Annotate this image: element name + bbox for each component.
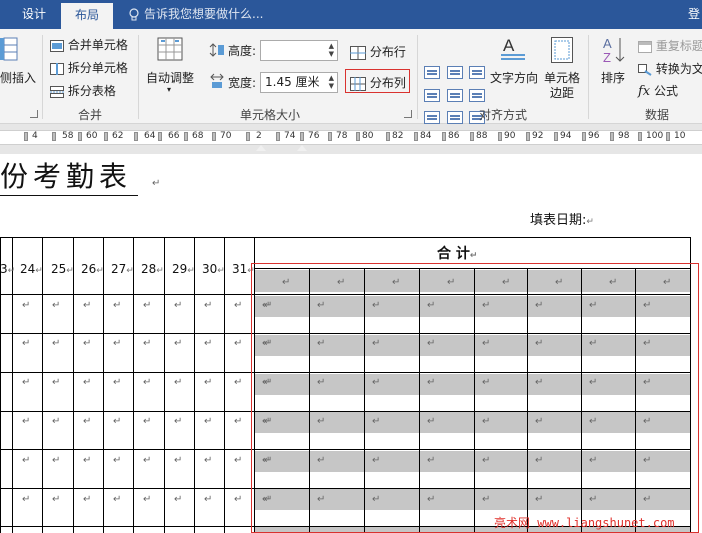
cell-paragraph-mark: ↵ <box>204 416 213 427</box>
paragraph-mark: ↵ <box>96 266 104 276</box>
col-line <box>12 237 13 533</box>
cell-paragraph-mark: ↵ <box>52 377 61 388</box>
day-column-header: 30↵ <box>202 262 225 276</box>
cell-paragraph-mark: ↵ <box>52 494 61 505</box>
day-column-header: 3↵ <box>0 262 15 276</box>
cell-paragraph-mark: ↵ <box>174 377 183 388</box>
selected-columns-highlight <box>251 263 699 533</box>
cell-paragraph-mark: ↵ <box>83 455 92 466</box>
cell-paragraph-mark: ↵ <box>143 494 152 505</box>
cell-paragraph-mark: ↵ <box>22 455 31 466</box>
day-column-header: 26↵ <box>81 262 104 276</box>
cell-paragraph-mark: ↵ <box>204 377 213 388</box>
paragraph-mark: ↵ <box>217 266 225 276</box>
cell-paragraph-mark: ↵ <box>83 377 92 388</box>
day-number: 25 <box>51 262 67 276</box>
cell-paragraph-mark: ↵ <box>22 300 31 311</box>
cell-paragraph-mark: ↵ <box>204 455 213 466</box>
paragraph-mark: ↵ <box>156 266 164 276</box>
paragraph-mark: ↵ <box>469 251 478 261</box>
cell-paragraph-mark: ↵ <box>22 416 31 427</box>
paragraph-mark: ↵ <box>66 266 74 276</box>
paragraph-mark: ↵ <box>7 266 16 276</box>
cell-paragraph-mark: ↵ <box>113 416 122 427</box>
day-number: 26 <box>81 262 97 276</box>
watermark: 亮术网 www.liangshunet.com <box>494 514 675 531</box>
cell-paragraph-mark: ↵ <box>83 300 92 311</box>
col-line <box>133 237 134 533</box>
day-column-header: 25↵ <box>51 262 74 276</box>
cell-paragraph-mark: ↵ <box>22 338 31 349</box>
day-number: 31 <box>232 262 248 276</box>
cell-paragraph-mark: ↵ <box>143 416 152 427</box>
paragraph-mark: ↵ <box>187 266 195 276</box>
watermark-url: www.liangshunet.com <box>537 516 675 530</box>
day-column-header: 27↵ <box>111 262 134 276</box>
cell-paragraph-mark: ↵ <box>83 338 92 349</box>
cell-paragraph-mark: ↵ <box>174 455 183 466</box>
summary-header-text: 合 计 <box>437 246 470 262</box>
col-line <box>42 237 43 533</box>
cell-paragraph-mark: ↵ <box>143 455 152 466</box>
day-number: 29 <box>172 262 188 276</box>
cell-paragraph-mark: ↵ <box>174 338 183 349</box>
day-column-header: 24↵ <box>20 262 43 276</box>
paragraph-mark: ↵ <box>126 266 134 276</box>
day-number: 30 <box>202 262 218 276</box>
col-line <box>0 237 1 533</box>
cell-paragraph-mark: ↵ <box>113 377 122 388</box>
cell-paragraph-mark: ↵ <box>204 300 213 311</box>
cell-paragraph-mark: ↵ <box>83 494 92 505</box>
cell-paragraph-mark: ↵ <box>234 300 243 311</box>
cell-paragraph-mark: ↵ <box>204 338 213 349</box>
cell-paragraph-mark: ↵ <box>234 338 243 349</box>
col-line <box>194 237 195 533</box>
cell-paragraph-mark: ↵ <box>234 494 243 505</box>
watermark-cn: 亮术网 <box>494 516 531 530</box>
col-line <box>224 237 225 533</box>
col-line <box>164 237 165 533</box>
cell-paragraph-mark: ↵ <box>113 300 122 311</box>
cell-paragraph-mark: ↵ <box>52 416 61 427</box>
cell-paragraph-mark: ↵ <box>174 416 183 427</box>
cell-paragraph-mark: ↵ <box>113 494 122 505</box>
cell-paragraph-mark: ↵ <box>143 377 152 388</box>
col-line <box>103 237 104 533</box>
cell-paragraph-mark: ↵ <box>113 455 122 466</box>
cell-paragraph-mark: ↵ <box>22 494 31 505</box>
day-column-header: 28↵ <box>141 262 164 276</box>
day-number: 28 <box>141 262 157 276</box>
cell-paragraph-mark: ↵ <box>234 416 243 427</box>
day-number: 3 <box>0 262 8 276</box>
cell-paragraph-mark: ↵ <box>113 338 122 349</box>
day-column-header: 29↵ <box>172 262 195 276</box>
cell-paragraph-mark: ↵ <box>52 455 61 466</box>
day-number: 27 <box>111 262 127 276</box>
cell-paragraph-mark: ↵ <box>234 455 243 466</box>
day-number: 24 <box>20 262 36 276</box>
cell-paragraph-mark: ↵ <box>22 377 31 388</box>
cell-paragraph-mark: ↵ <box>174 300 183 311</box>
paragraph-mark: ↵ <box>35 266 43 276</box>
cell-paragraph-mark: ↵ <box>174 494 183 505</box>
cell-paragraph-mark: ↵ <box>204 494 213 505</box>
cell-paragraph-mark: ↵ <box>83 416 92 427</box>
col-line <box>73 237 74 533</box>
cell-paragraph-mark: ↵ <box>52 338 61 349</box>
cell-paragraph-mark: ↵ <box>52 300 61 311</box>
cell-paragraph-mark: ↵ <box>234 377 243 388</box>
cell-paragraph-mark: ↵ <box>143 338 152 349</box>
cell-paragraph-mark: ↵ <box>143 300 152 311</box>
summary-header: 合 计↵ <box>437 243 477 263</box>
